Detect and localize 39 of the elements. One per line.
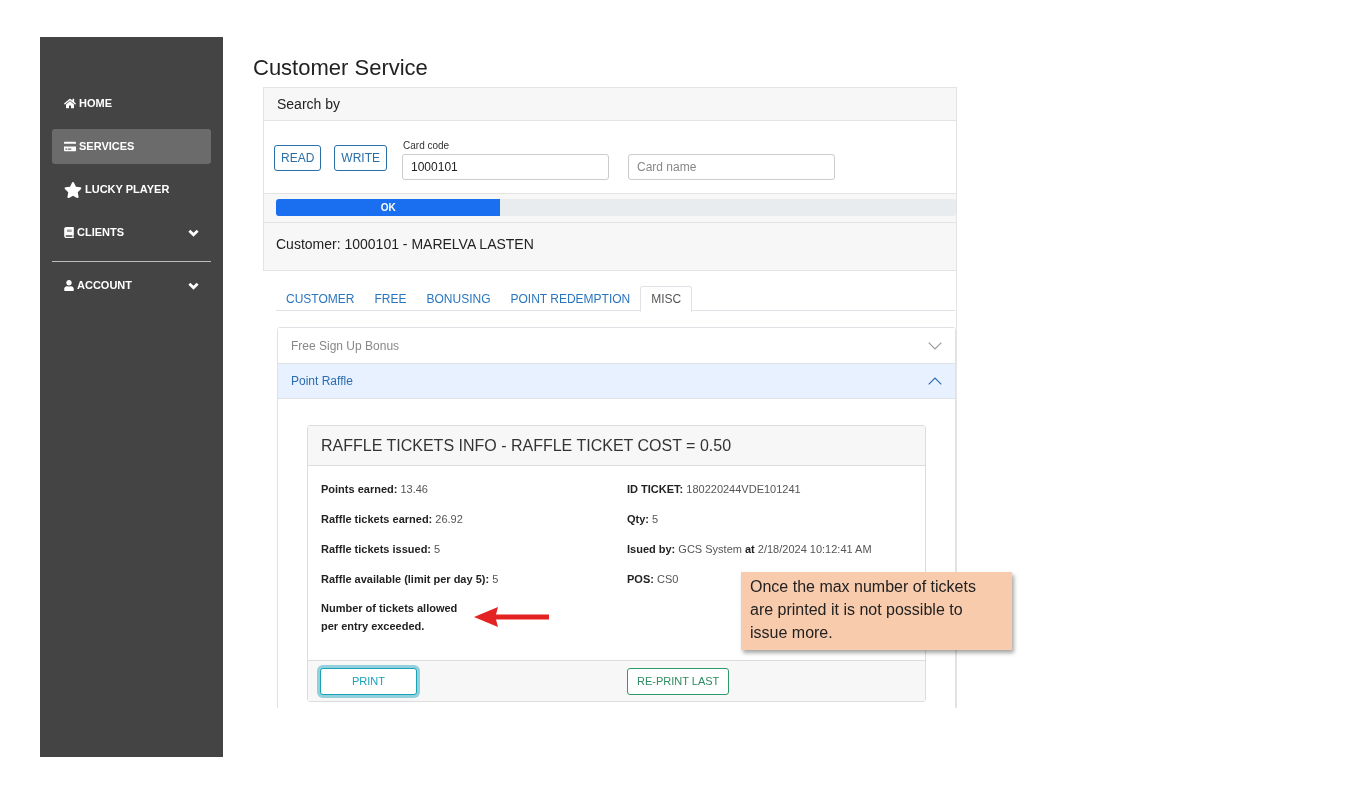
- arrow-icon: [474, 607, 549, 627]
- tab[interactable]: FREE: [364, 286, 417, 311]
- annotation-callout: Once the max number of tickets are printed it is not possible to issue more.: [741, 572, 1012, 650]
- read-button[interactable]: READ: [274, 145, 322, 171]
- info-text: Raffle tickets earned: 26.92: [321, 512, 464, 527]
- tab[interactable]: MISC: [640, 286, 693, 312]
- user-icon: [64, 280, 74, 291]
- info-text: ID TICKET: 180220244VDE101241: [627, 482, 801, 497]
- raffle-card-title: RAFFLE TICKETS INFO - RAFFLE TICKET COST = 0.50: [321, 435, 732, 456]
- sidebar-item[interactable]: HOME: [52, 86, 211, 121]
- tab[interactable]: CUSTOMER: [276, 286, 365, 311]
- tab[interactable]: POINT REDEMPTION: [500, 286, 641, 311]
- info-text: Isued by: GCS System at 2/18/2024 10:12:41 AM: [627, 542, 872, 557]
- info-text: POS: CS0: [627, 572, 679, 587]
- info-text: Raffle tickets issued: 5: [321, 542, 442, 557]
- sidebar-item[interactable]: LUCKY PLAYER: [52, 172, 211, 207]
- info-text: Qty: 5: [627, 512, 659, 527]
- info-text: Points earned: 13.46: [321, 482, 429, 497]
- reprint-button[interactable]: RE-PRINT LAST: [627, 667, 730, 695]
- sidebar-item[interactable]: ACCOUNT: [52, 268, 211, 303]
- field-label: Card code: [402, 140, 450, 152]
- book-icon: [64, 227, 74, 238]
- info-text: Raffle available (limit per day 5): 5: [321, 572, 499, 587]
- sidebar-item[interactable]: CLIENTS: [52, 215, 211, 250]
- warning-message: Number of tickets allowed per entry exceeded.: [321, 601, 459, 634]
- print-button[interactable]: PRINT: [320, 667, 417, 695]
- credit-card-icon: [64, 141, 76, 152]
- star-icon: [64, 181, 82, 198]
- home-icon: [64, 98, 76, 109]
- page-title: Customer Service: [253, 54, 428, 82]
- progress-label: OK: [380, 201, 396, 214]
- customer-info: Customer: 1000101 - MARELVA LASTEN: [276, 236, 534, 252]
- write-button[interactable]: WRITE: [334, 145, 387, 171]
- sidebar-item[interactable]: SERVICES: [52, 129, 211, 164]
- tab[interactable]: BONUSING: [416, 286, 501, 311]
- accordion-header[interactable]: Point Raffle: [278, 364, 955, 399]
- panel-heading: Search by: [277, 94, 341, 114]
- card-name-input[interactable]: Card name: [628, 154, 835, 180]
- card-code-input[interactable]: 1000101: [402, 154, 609, 180]
